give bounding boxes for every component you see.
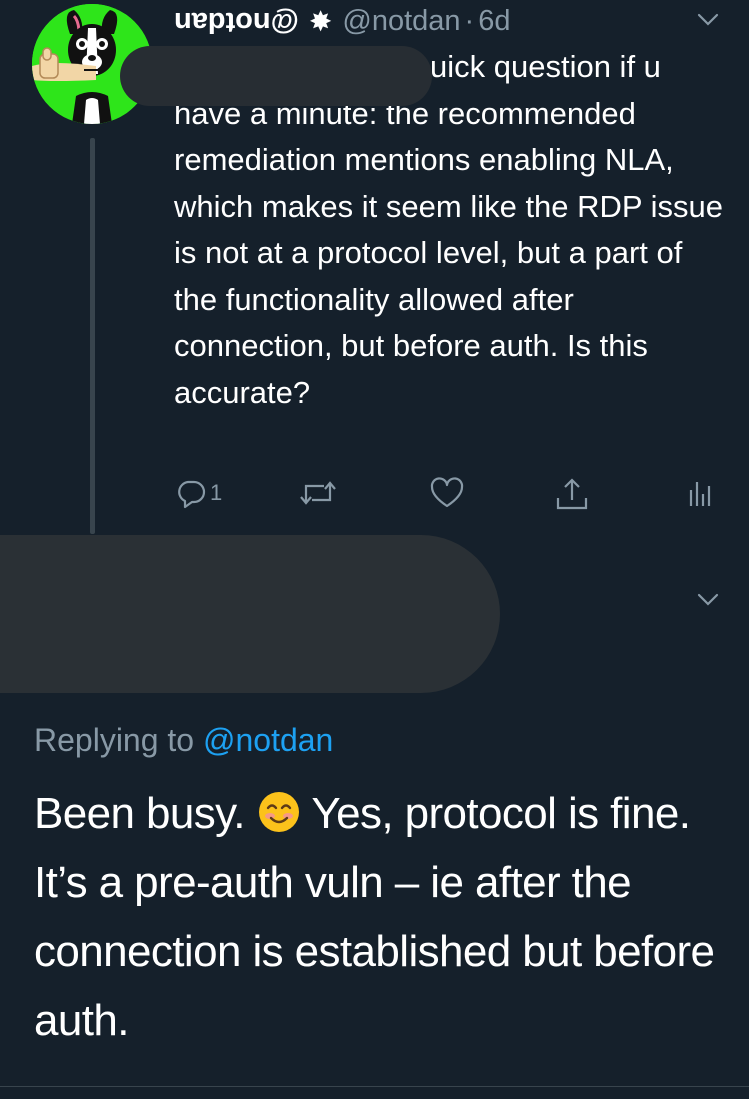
analytics-icon [689, 482, 711, 506]
redacted-region [120, 46, 432, 106]
redacted-region-large [0, 535, 500, 693]
reply-count: 1 [210, 480, 223, 505]
tweet-text-first-line: uick question if u [430, 49, 661, 84]
separator-dot: · [464, 4, 475, 37]
share-icon [556, 478, 588, 510]
tweet-text-body: have a minute: the recommended remediati… [174, 95, 724, 410]
reply-text-start: Been busy. [34, 789, 245, 838]
share-button[interactable] [554, 476, 590, 512]
chevron-down-icon[interactable] [695, 586, 721, 612]
heart-icon [430, 477, 464, 508]
asterisk-badge-icon: ✸ [308, 5, 333, 37]
smiling-face-emoji [258, 792, 299, 832]
display-name[interactable]: @notdan [174, 5, 299, 38]
analytics-button[interactable] [686, 476, 714, 510]
retweet-button[interactable] [298, 476, 338, 510]
user-handle[interactable]: @notdan [342, 5, 460, 38]
mention-link[interactable]: @notdan [203, 722, 333, 758]
thread-connector-line [90, 138, 95, 534]
replying-to-label: Replying to [34, 722, 195, 758]
reply-icon [178, 480, 206, 509]
like-button[interactable] [429, 476, 465, 510]
replying-to-line: Replying to @notdan [34, 722, 333, 759]
chevron-down-icon[interactable] [695, 6, 721, 32]
retweet-icon [300, 481, 336, 505]
timestamp[interactable]: 6d [478, 5, 510, 38]
reply-text: Been busy. Yes, protocol is fine. It’s a… [34, 779, 724, 1055]
bottom-divider [0, 1086, 749, 1087]
tweet-header: @notdan ✸ @notdan · 6d [174, 4, 510, 38]
tweet-action-bar: 1 [174, 476, 714, 516]
reply-button[interactable]: 1 [174, 476, 222, 510]
